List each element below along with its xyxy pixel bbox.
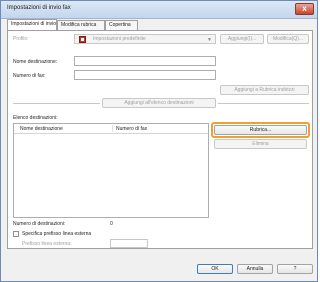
- chevron-down-icon: ▼: [207, 37, 212, 43]
- add-to-addressbook-button: Aggiungi a Rubrica indirizzi: [220, 85, 309, 95]
- tab-send-settings[interactable]: Impostazioni di invio: [7, 19, 57, 30]
- add-to-list-button: Aggiungi all'elenco destinazioni: [102, 98, 216, 108]
- profile-select: Impostazioni predefinite ▼: [74, 34, 216, 44]
- prefix-field-label: Prefisso linea esterna:: [22, 241, 72, 247]
- add-profile-button: Aggiungi(I)...: [220, 34, 264, 44]
- ok-button[interactable]: OK: [197, 264, 233, 274]
- delete-button: Elimina: [214, 139, 307, 149]
- edit-profile-button: Modifica(Q)...: [267, 34, 309, 44]
- destination-list[interactable]: Nome destinazione Numero di fax: [13, 123, 209, 218]
- cancel-button[interactable]: Annulla: [237, 264, 273, 274]
- close-button[interactable]: x: [295, 3, 314, 15]
- destination-name-input[interactable]: [74, 56, 216, 66]
- fax-number-label: Numero di fax:: [13, 73, 46, 79]
- profile-label: Profilo:: [13, 36, 29, 42]
- profile-icon: [79, 36, 86, 43]
- tab-edit-addressbook[interactable]: Modifica rubrica: [57, 20, 105, 30]
- title-bar: Impostazioni di invio fax x: [1, 1, 317, 19]
- separator-left: [13, 103, 100, 104]
- destination-list-label: Elenco destinazioni:: [13, 115, 58, 121]
- close-icon: x: [302, 4, 307, 13]
- addressbook-highlight: [211, 122, 310, 138]
- column-divider: [112, 125, 113, 132]
- separator-right: [218, 103, 309, 104]
- send-settings-panel: Profilo: Impostazioni predefinite ▼ Aggi…: [7, 30, 313, 249]
- prefix-checkbox[interactable]: [13, 231, 19, 237]
- window-title: Impostazioni di invio fax: [7, 5, 71, 11]
- help-button[interactable]: ?: [277, 264, 313, 274]
- destination-count-label: Numero di destinazioni:: [13, 221, 66, 227]
- fax-number-input[interactable]: [74, 70, 216, 80]
- profile-value: Impostazioni predefinite: [93, 36, 146, 42]
- tab-cover-page[interactable]: Copertina: [105, 20, 138, 30]
- prefix-checkbox-label[interactable]: Specifica prefisso linea esterna: [22, 231, 91, 237]
- fax-settings-dialog: Impostazioni di invio fax x Impostazioni…: [0, 0, 318, 282]
- destination-name-label: Nome destinazione:: [13, 59, 58, 65]
- column-header-name[interactable]: Nome destinazione: [20, 126, 63, 132]
- destination-count-value: 0: [110, 221, 113, 227]
- column-header-fax[interactable]: Numero di fax: [116, 126, 147, 132]
- list-header: Nome destinazione Numero di fax: [14, 124, 208, 134]
- prefix-input: [110, 239, 148, 248]
